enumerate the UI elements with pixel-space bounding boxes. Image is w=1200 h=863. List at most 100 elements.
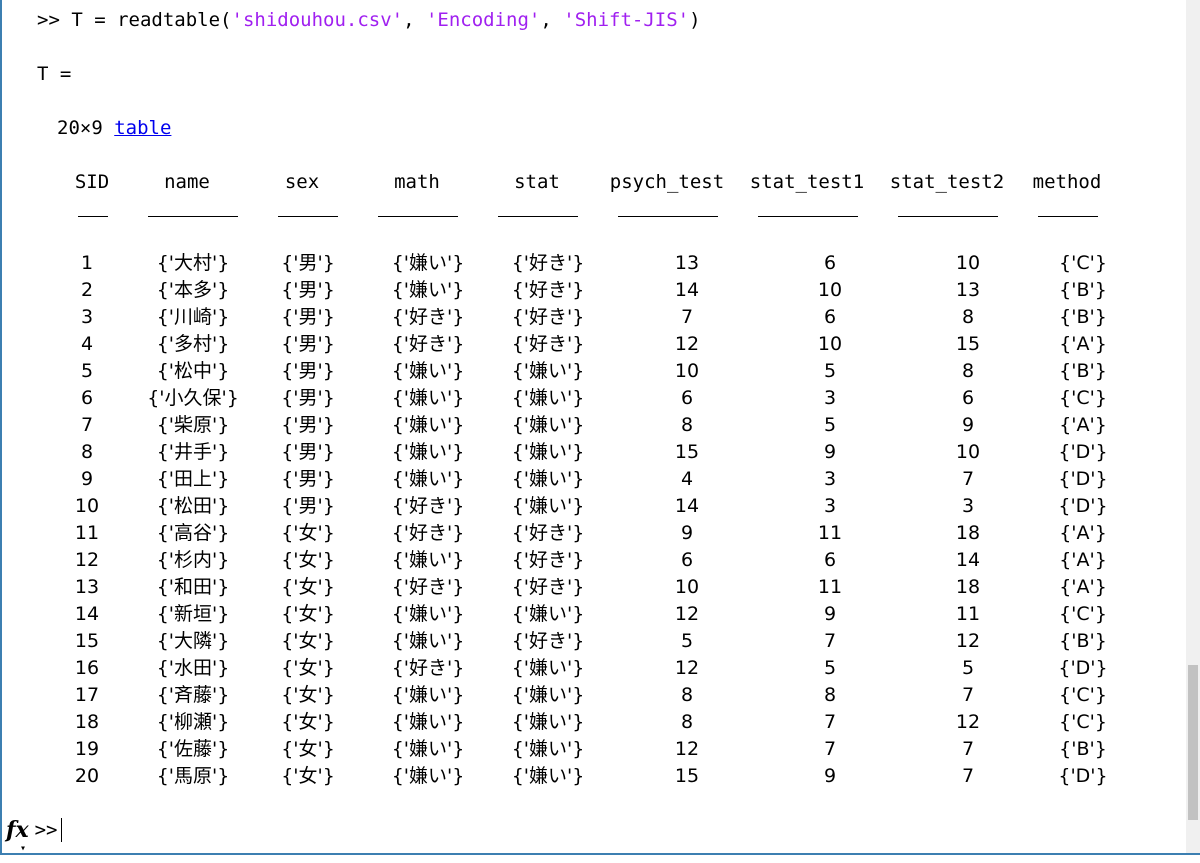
table-cell: 2 <box>80 279 94 301</box>
table-cell: {'大隣'} <box>156 630 230 652</box>
table-cell: 14 <box>674 279 700 301</box>
table-cell: {'嫌い'} <box>391 279 465 301</box>
vertical-scrollbar[interactable] <box>1186 0 1200 853</box>
table-cell: {'C'} <box>1059 684 1107 706</box>
table-cell: {'女'} <box>281 711 335 733</box>
table-cell: 15 <box>674 765 700 787</box>
table-cell: 7 <box>961 468 975 490</box>
table-cell: {'川崎'} <box>156 306 230 328</box>
table-cell: 7 <box>961 684 975 706</box>
command-input-prompt: >> <box>34 819 58 841</box>
string-literal-encoding-value: 'Shift-JIS' <box>563 9 690 31</box>
table-cell: 13 <box>955 279 981 301</box>
table-cell: 10 <box>74 495 100 517</box>
table-cell: {'嫌い'} <box>511 657 585 679</box>
table-cell: {'B'} <box>1059 738 1107 760</box>
table-cell: {'女'} <box>281 630 335 652</box>
table-cell: 13 <box>674 252 700 274</box>
table-cell: {'A'} <box>1059 333 1107 355</box>
text-caret[interactable] <box>61 818 63 842</box>
table-cell: 18 <box>74 711 100 733</box>
column-header: sex <box>284 171 320 193</box>
column-header: name <box>164 171 210 193</box>
table-cell: {'女'} <box>281 684 335 706</box>
scrollbar-thumb[interactable] <box>1188 665 1198 820</box>
table-cell: {'C'} <box>1059 252 1107 274</box>
table-cell: 13 <box>74 576 100 598</box>
table-cell: {'松中'} <box>156 360 230 382</box>
table-cell: {'B'} <box>1059 279 1107 301</box>
table-class-link[interactable]: table <box>114 117 171 139</box>
table-cell: 3 <box>823 495 837 517</box>
table-cell: 5 <box>823 414 837 436</box>
table-cell: 6 <box>80 387 94 409</box>
table-cell: {'大村'} <box>156 252 230 274</box>
table-cell: {'嫌い'} <box>511 360 585 382</box>
table-cell: 11 <box>817 576 843 598</box>
chevron-down-icon[interactable]: ▾ <box>20 835 26 863</box>
column-header-underline <box>758 216 858 217</box>
column-header-underline <box>278 216 338 217</box>
column-header-underline <box>78 216 108 217</box>
arg-separator: , <box>403 9 426 31</box>
table-cell: 10 <box>955 252 981 274</box>
table-cell: {'田上'} <box>156 468 230 490</box>
table-cell: {'好き'} <box>511 522 585 544</box>
table-cell: {'嫌い'} <box>391 414 465 436</box>
table-cell: 14 <box>74 603 100 625</box>
table-cell: 17 <box>74 684 100 706</box>
table-cell: {'好き'} <box>511 549 585 571</box>
table-cell: {'嫌い'} <box>391 630 465 652</box>
table-cell: 9 <box>961 414 975 436</box>
table-cell: 15 <box>955 333 981 355</box>
table-cell: 11 <box>817 522 843 544</box>
table-cell: {'嫌い'} <box>511 603 585 625</box>
command-close-paren: ) <box>689 9 701 31</box>
table-cell: 18 <box>955 576 981 598</box>
table-cell: {'C'} <box>1059 711 1107 733</box>
table-cell: {'男'} <box>281 360 335 382</box>
table-cell: {'D'} <box>1058 765 1108 787</box>
table-cell: {'嫌い'} <box>391 252 465 274</box>
table-size-line: 20×9 table <box>57 116 171 140</box>
table-cell: {'馬原'} <box>156 765 230 787</box>
table-cell: {'嫌い'} <box>391 468 465 490</box>
table-cell: {'嫌い'} <box>391 711 465 733</box>
table-cell: {'好き'} <box>391 333 465 355</box>
table-cell: 14 <box>674 495 700 517</box>
command-prompt-line[interactable]: fx ▾ >> <box>6 816 63 854</box>
column-header-underline <box>148 216 238 217</box>
column-header-underline <box>378 216 458 217</box>
table-cell: 8 <box>680 684 694 706</box>
table-cell: {'嫌い'} <box>511 414 585 436</box>
table-cell: 7 <box>823 630 837 652</box>
string-literal-encoding-key: 'Encoding' <box>425 9 541 31</box>
table-cell: 15 <box>74 630 100 652</box>
table-cell: {'男'} <box>281 468 335 490</box>
column-header: stat_test2 <box>889 171 1005 193</box>
table-cell: 5 <box>823 360 837 382</box>
table-cell: 10 <box>817 279 843 301</box>
table-cell: 12 <box>674 657 700 679</box>
table-cell: {'嫌い'} <box>511 711 585 733</box>
table-cell: {'女'} <box>281 603 335 625</box>
table-cell: {'好き'} <box>511 630 585 652</box>
table-cell: {'嫌い'} <box>391 549 465 571</box>
table-cell: {'嫌い'} <box>391 387 465 409</box>
table-cell: 8 <box>961 306 975 328</box>
table-cell: 12 <box>674 333 700 355</box>
table-cell: 19 <box>74 738 100 760</box>
table-cell: 6 <box>823 549 837 571</box>
table-cell: {'好き'} <box>511 306 585 328</box>
table-cell: {'嫌い'} <box>391 765 465 787</box>
table-cell: 8 <box>961 360 975 382</box>
table-cell: 10 <box>817 333 843 355</box>
table-cell: {'女'} <box>281 738 335 760</box>
table-cell: 9 <box>823 765 837 787</box>
table-cell: {'和田'} <box>156 576 230 598</box>
table-cell: 14 <box>955 549 981 571</box>
table-cell: {'本多'} <box>156 279 230 301</box>
arg-separator: , <box>540 9 564 31</box>
table-cell: {'男'} <box>281 441 335 463</box>
table-cell: 5 <box>961 657 975 679</box>
